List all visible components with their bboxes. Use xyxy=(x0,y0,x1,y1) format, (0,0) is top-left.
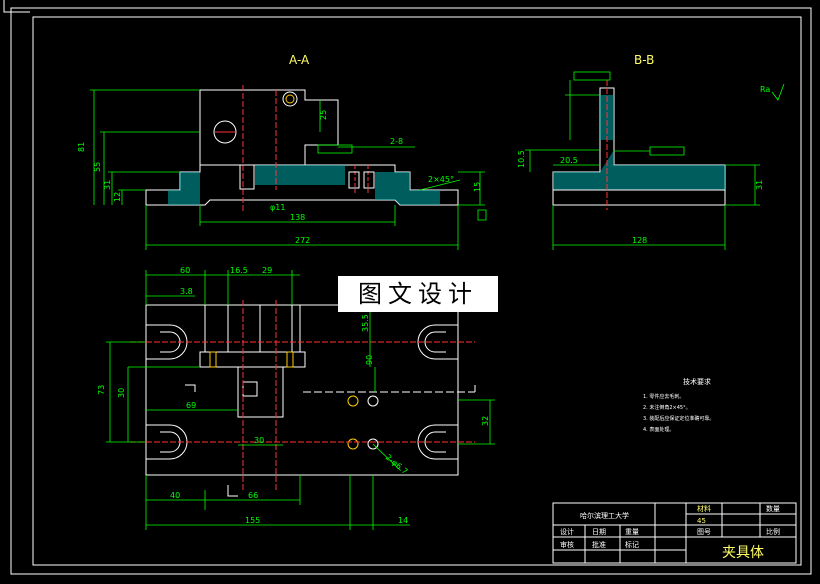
dim-plan-69: 69 xyxy=(186,401,196,410)
dim-aa-15: 15 xyxy=(473,182,482,192)
tb-cell-approve: 批准 xyxy=(592,540,606,549)
dim-bb-31: 31 xyxy=(755,180,764,190)
dim-plan-29: 29 xyxy=(262,266,272,275)
dim-bb-10.5: 10.5 xyxy=(517,150,526,168)
tech-title: 技术要求 xyxy=(683,377,711,386)
dim-aa-chamfer: 2×45° xyxy=(428,175,454,184)
dim-aa-25: 25 xyxy=(319,110,328,120)
dim-plan-60: 60 xyxy=(180,266,190,275)
dim-plan-holes: 2-φ6.7 xyxy=(384,453,410,477)
dim-plan-35.5: 35.5 xyxy=(361,314,370,332)
tb-material-value: 45 xyxy=(697,517,706,525)
tb-cell-material: 材料 xyxy=(697,504,711,513)
tech-line-2: 2. 未注倒角2×45°。 xyxy=(643,404,691,411)
dim-plan-30a: 30 xyxy=(117,388,126,398)
dim-plan-16.5: 16.5 xyxy=(230,266,248,275)
title-block: 哈尔滨理工大学 设计 日期 审核 批准 材料 数量 45 比例 图号 重量 标记… xyxy=(552,502,797,564)
dim-plan-3.8: 3.8 xyxy=(180,287,193,296)
dim-plan-30b: 30 xyxy=(254,436,264,445)
dim-bb-20.5: 20.5 xyxy=(560,156,578,165)
dim-plan-73: 73 xyxy=(97,385,106,395)
dim-plan-155: 155 xyxy=(245,516,260,525)
tb-cell-scale: 比例 xyxy=(766,527,780,536)
watermark-banner: 图文设计 xyxy=(338,276,498,312)
tb-cell-mark: 标记 xyxy=(625,540,639,549)
dim-aa-55: 55 xyxy=(93,162,102,172)
dim-aa-12: 12 xyxy=(113,192,122,202)
tb-part-name: 夹具体 xyxy=(722,545,764,561)
section-bb-view: 10.5 20.5 31 128 Ra xyxy=(517,71,785,250)
tech-requirements: 技术要求 1. 零件应去毛刺。 2. 未注倒角2×45°。 3. 装配后应保证定… xyxy=(643,377,714,433)
dim-plan-32: 32 xyxy=(481,416,490,426)
ucs-icon xyxy=(3,0,30,13)
dim-bb-128: 128 xyxy=(632,236,647,245)
tb-cell-count: 数量 xyxy=(766,504,780,513)
dim-bb-ra: Ra xyxy=(760,85,770,94)
section-aa-view: 81 55 31 12 25 15 138 272 φ11 2×45° 2-8 xyxy=(77,85,487,250)
dim-aa-31: 31 xyxy=(103,180,112,190)
dim-plan-40: 40 xyxy=(170,491,180,500)
tech-line-1: 1. 零件应去毛刺。 xyxy=(643,393,684,400)
tb-cell-weight: 重量 xyxy=(625,528,639,536)
dim-aa-phi11: φ11 xyxy=(270,203,285,212)
dim-plan-66: 66 xyxy=(248,491,258,500)
tb-cell-drawing-no: 图号 xyxy=(697,528,711,536)
tb-cell-review: 审核 xyxy=(560,540,574,549)
tb-cell-design: 设计 xyxy=(560,527,574,536)
dim-aa-holes: 2-8 xyxy=(390,137,403,146)
tech-line-4: 4. 表面处理。 xyxy=(643,426,674,433)
tb-header: 哈尔滨理工大学 xyxy=(580,511,629,520)
dim-plan-14: 14 xyxy=(398,516,408,525)
dim-aa-81: 81 xyxy=(77,142,86,152)
tech-line-3: 3. 装配后应保证定位准确可靠。 xyxy=(643,415,714,422)
tb-cell-date: 日期 xyxy=(592,528,606,536)
dim-plan-90: 90 xyxy=(365,355,374,365)
dim-aa-138: 138 xyxy=(290,213,305,222)
section-bb-label: B-B xyxy=(634,53,654,67)
section-aa-label: A-A xyxy=(289,53,310,67)
dim-aa-272: 272 xyxy=(295,236,310,245)
